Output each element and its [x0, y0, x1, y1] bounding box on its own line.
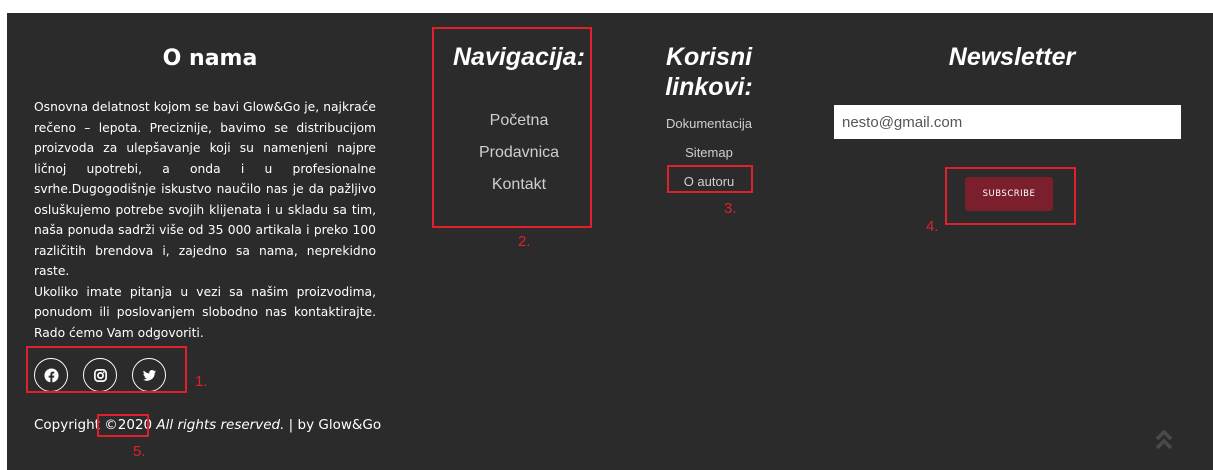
link-sitemap[interactable]: Sitemap — [625, 138, 793, 167]
annotation-label-5: 5. — [133, 443, 146, 460]
copyright-rights: All rights reserved. — [152, 417, 285, 433]
annotation-box-4 — [945, 167, 1076, 225]
about-paragraph-2: Ukoliko imate pitanja u vezi sa našim pr… — [34, 284, 376, 340]
annotation-box-5 — [97, 414, 149, 437]
copyright-suffix: | by Glow&Go — [284, 417, 382, 433]
annotation-label-3: 3. — [724, 200, 737, 217]
annotation-box-3 — [667, 165, 753, 193]
about-title: O nama — [162, 46, 258, 71]
double-chevron-up-icon[interactable] — [1155, 429, 1173, 451]
copyright-prefix: Copyright — [34, 417, 105, 433]
newsletter-email-input[interactable] — [834, 105, 1181, 139]
about-paragraph-1: Osnovna delatnost kojom se bavi Glow&Go … — [34, 100, 376, 278]
annotation-box-2 — [432, 27, 592, 228]
useful-links-title: Korisni linkovi: — [665, 43, 753, 101]
copyright-text: Copyright ©2020 All rights reserved. | b… — [34, 417, 381, 433]
newsletter-title: Newsletter — [948, 43, 1076, 71]
annotation-box-1 — [26, 346, 187, 393]
link-dokumentacija[interactable]: Dokumentacija — [625, 109, 793, 138]
about-text: Osnovna delatnost kojom se bavi Glow&Go … — [34, 97, 376, 343]
site-footer: O nama Osnovna delatnost kojom se bavi G… — [7, 13, 1213, 470]
annotation-label-2: 2. — [518, 233, 531, 250]
annotation-label-1: 1. — [195, 373, 208, 390]
annotation-label-4: 4. — [926, 218, 939, 235]
